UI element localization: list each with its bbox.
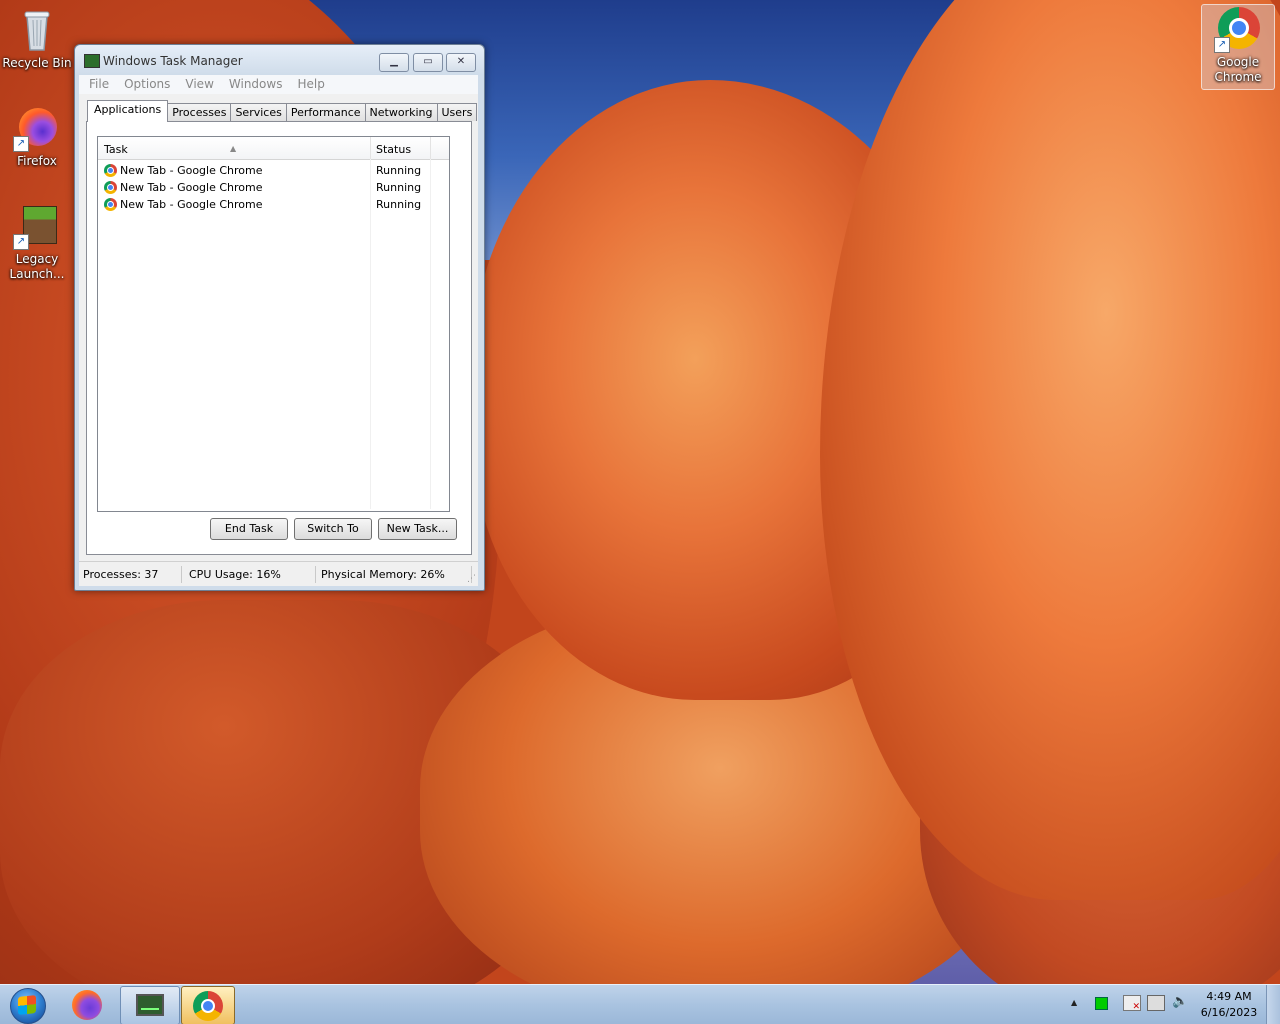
tab-processes[interactable]: Processes [167,103,232,121]
table-row[interactable]: New Tab - Google Chrome Running [102,162,442,179]
tab-applications[interactable]: Applications [87,100,169,122]
menu-options[interactable]: Options [114,75,175,94]
show-desktop-button[interactable] [1266,985,1280,1024]
chrome-icon [193,991,223,1021]
minimize-icon: ▁ [390,56,398,67]
status-processes: Processes: 37 [79,566,182,583]
resize-grip-icon[interactable]: ⋰ [467,574,476,584]
desktop-icon-label: Google Chrome [1214,55,1262,84]
shortcut-arrow-icon: ↗ [1214,37,1230,53]
desktop-icon-recycle-bin[interactable]: Recycle Bin [1,6,73,71]
window-titlebar[interactable]: Windows Task Manager ▁ ▭ ✕ [75,45,484,75]
taskbar: ▲ ✕ 🔈 4:49 AM 6/16/2023 [0,984,1280,1024]
tab-users[interactable]: Users [436,103,478,121]
sort-arrow-icon: ▲ [230,144,237,153]
desktop-icon-label: Firefox [17,154,57,168]
row-status: Running [376,164,422,177]
menu-windows[interactable]: Windows [219,75,288,94]
menu-bar: File Options View Windows Help [79,75,478,94]
start-button[interactable] [4,986,50,1024]
taskbar-chrome-button[interactable] [181,986,235,1024]
status-physical-memory: Physical Memory: 26% [317,566,472,583]
menu-help[interactable]: Help [287,75,329,94]
close-icon: ✕ [456,56,466,67]
firefox-icon [72,990,102,1020]
window-client-area: Applications Processes Services Performa… [79,94,478,561]
menu-view[interactable]: View [175,75,218,94]
row-task-name: New Tab - Google Chrome [120,181,263,194]
wallpaper-rock [820,0,1280,900]
task-manager-window[interactable]: Windows Task Manager ▁ ▭ ✕ File Options Vi… [74,44,485,591]
taskbar-firefox-button[interactable] [58,986,116,1023]
recycle-bin-icon [13,6,61,54]
window-title: Windows Task Manager [103,54,243,68]
chrome-icon [104,181,117,194]
taskbar-task-manager-button[interactable] [120,986,180,1024]
row-task-name: New Tab - Google Chrome [120,164,263,177]
minimize-button[interactable]: ▁ [379,53,409,72]
desktop-icon-firefox[interactable]: ↗ Firefox [1,104,73,169]
chrome-icon [104,198,117,211]
row-task-name: New Tab - Google Chrome [120,198,263,211]
desktop-icon-google-chrome[interactable]: ↗ Google Chrome [1201,4,1275,90]
column-header-status[interactable]: Status [370,137,431,159]
minecraft-grass-block-icon: ↗ [13,202,61,250]
row-status: Running [376,198,422,211]
task-manager-icon [136,994,164,1016]
column-header-task[interactable]: Task ▲ [98,137,371,159]
end-task-button[interactable]: End Task [210,518,288,540]
list-header: Task ▲ Status [98,137,449,160]
maximize-icon: ▭ [423,56,433,67]
new-task-button[interactable]: New Task... [378,518,457,540]
maximize-button[interactable]: ▭ [413,53,443,72]
table-row[interactable]: New Tab - Google Chrome Running [102,196,442,213]
shortcut-arrow-icon: ↗ [13,136,29,152]
status-cpu-usage: CPU Usage: 16% [185,566,316,583]
clock-date: 6/16/2023 [1200,1006,1258,1019]
close-button[interactable]: ✕ [446,53,476,72]
task-list[interactable]: Task ▲ Status New Tab - Google Chrome Ru… [97,136,450,512]
green-tray-icon[interactable] [1095,997,1108,1010]
firefox-icon: ↗ [13,104,61,152]
action-center-flag-icon[interactable]: ✕ [1123,995,1141,1012]
tab-performance[interactable]: Performance [285,103,366,121]
desktop-icon-legacy-launcher[interactable]: ↗ Legacy Launch... [1,202,73,282]
chrome-icon: ↗ [1214,5,1262,53]
status-bar: Processes: 37 CPU Usage: 16% Physical Me… [79,561,478,586]
desktop-icon-label: Legacy Launch... [9,252,65,281]
table-row[interactable]: New Tab - Google Chrome Running [102,179,442,196]
tab-strip: Applications Processes Services Performa… [87,100,478,122]
tab-networking[interactable]: Networking [364,103,438,121]
desktop-icon-label: Recycle Bin [2,56,72,70]
tab-services[interactable]: Services [230,103,287,121]
volume-muted-icon[interactable]: 🔈 [1172,994,1188,1009]
task-manager-icon [84,54,100,68]
network-icon[interactable] [1147,995,1165,1011]
clock-time: 4:49 AM [1206,990,1252,1003]
show-hidden-icons-button[interactable]: ▲ [1071,998,1077,1007]
switch-to-button[interactable]: Switch To [294,518,372,540]
windows-logo-icon [18,995,36,1015]
shortcut-arrow-icon: ↗ [13,234,29,250]
row-status: Running [376,181,422,194]
menu-file[interactable]: File [79,75,114,94]
system-clock[interactable]: 4:49 AM 6/16/2023 [1196,989,1262,1021]
chrome-icon [104,164,117,177]
